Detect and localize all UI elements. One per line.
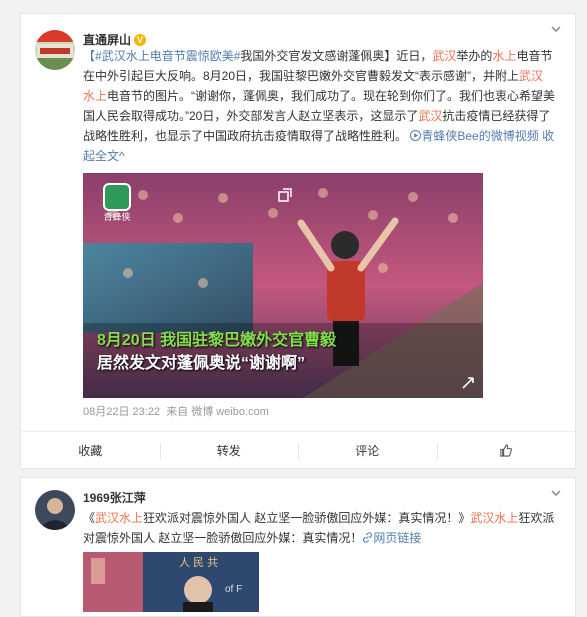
action-bar: 收藏 转发 评论 (21, 431, 575, 470)
verified-icon: V (134, 34, 147, 46)
keyword-highlight: 武汉水上 (95, 511, 144, 525)
web-link[interactable]: 网页链接 (362, 531, 421, 545)
avatar[interactable] (35, 490, 75, 530)
source[interactable]: 微博 weibo.com (191, 406, 269, 418)
keyword-highlight: 武汉 (418, 109, 443, 123)
video-caption-line2: 居然发文对蓬佩奥说“谢谢啊” (97, 355, 306, 372)
author-name[interactable]: 直通屏山 (83, 33, 131, 47)
keyword-highlight: 武汉 (519, 69, 544, 83)
svg-text:of F: of F (225, 584, 242, 595)
fullscreen-icon[interactable] (461, 376, 475, 390)
repost-button[interactable]: 转发 (159, 432, 299, 470)
video-player[interactable]: 青蜂侠 8月20日 我国驻黎巴嫩外交官曹毅 居然发文对蓬佩奥说“谢谢啊” (83, 173, 483, 398)
post-meta: 08月22日 23:22 来自 微博 weibo.com (83, 403, 269, 419)
video-caption-line1: 8月20日 我国驻黎巴嫩外交官曹毅 (97, 332, 337, 349)
avatar[interactable] (35, 30, 75, 70)
topic-hashtag[interactable]: 【#武汉水上电音节震惊欧美# (83, 49, 240, 63)
video-link[interactable]: 青蜂侠Bee的微博视频 (410, 129, 539, 143)
weibo-post-card: 直通屏山 V 【#武汉水上电音节震惊欧美#我国外交官发文感谢蓬佩奥】近日，武汉举办… (20, 13, 576, 469)
image-thumbnail[interactable]: 人 民 共 of F (83, 552, 259, 612)
post-text: 《武汉水上狂欢派对震惊外国人 赵立坚一脸骄傲回应外媒：真实情况！》武汉水上狂欢派… (83, 511, 555, 545)
post-text: 【#武汉水上电音节震惊欧美#我国外交官发文感谢蓬佩奥】近日，武汉举办的水上电音节… (83, 49, 556, 163)
collect-button[interactable]: 收藏 (21, 432, 160, 470)
expand-icon[interactable] (277, 187, 293, 203)
keyword-highlight: 水上 (492, 49, 517, 63)
source-prefix: 来自 (166, 406, 189, 418)
keyword-highlight: 水上 (83, 89, 108, 103)
avatar-image (35, 490, 75, 530)
author-name[interactable]: 1969张江萍 (83, 489, 146, 506)
thumbnail-image: 人 民 共 of F (83, 552, 259, 612)
avatar-image (35, 30, 75, 70)
svg-text:人 民 共: 人 民 共 (179, 556, 218, 569)
chevron-down-icon[interactable] (549, 22, 563, 36)
link-icon (363, 532, 373, 543)
like-button[interactable] (436, 432, 576, 470)
chevron-down-icon[interactable] (549, 486, 563, 500)
play-icon (410, 130, 422, 141)
keyword-highlight: 武汉 (432, 49, 457, 63)
thumbs-up-icon (500, 444, 513, 457)
watermark-label: 青蜂侠 (103, 212, 131, 222)
timestamp[interactable]: 08月22日 23:22 (83, 406, 160, 418)
channel-watermark: 青蜂侠 (101, 183, 133, 225)
keyword-highlight: 武汉水上 (470, 511, 519, 525)
comment-button[interactable]: 评论 (298, 432, 437, 470)
weibo-feed: 直通屏山 V 【#武汉水上电音节震惊欧美#我国外交官发文感谢蓬佩奥】近日，武汉举办… (0, 0, 587, 617)
weibo-post-card: 1969张江萍 《武汉水上狂欢派对震惊外国人 赵立坚一脸骄傲回应外媒：真实情况！… (20, 477, 576, 617)
